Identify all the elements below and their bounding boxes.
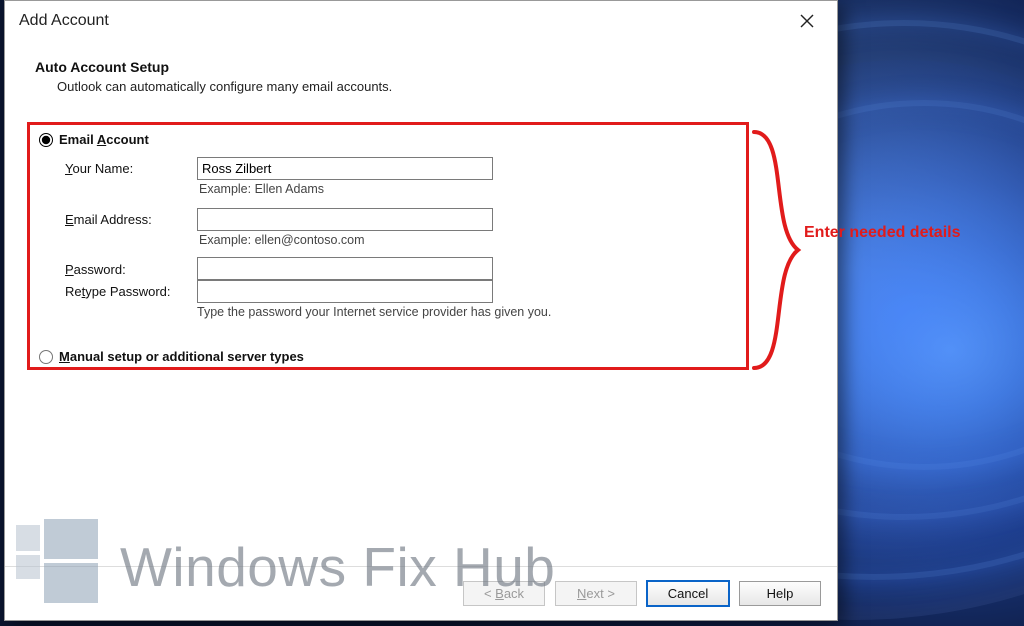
your-name-label: Your Name: [65, 158, 193, 179]
title-bar: Add Account [5, 1, 837, 41]
radio-manual-setup[interactable] [39, 350, 53, 364]
retype-password-input[interactable] [197, 280, 493, 303]
radio-manual-setup-row[interactable]: Manual setup or additional server types [39, 349, 823, 364]
password-hint: Type the password your Internet service … [65, 303, 493, 331]
header-block: Auto Account Setup Outlook can automatic… [5, 41, 837, 104]
close-button[interactable] [787, 6, 827, 36]
form-grid: Your Name: Example: Ellen Adams Email Ad… [65, 157, 823, 331]
radio-manual-setup-label: Manual setup or additional server types [59, 349, 304, 364]
watermark-logo [16, 519, 112, 609]
retype-password-label: Retype Password: [65, 281, 193, 302]
window-title: Add Account [19, 12, 109, 30]
email-address-label: Email Address: [65, 209, 193, 230]
add-account-dialog: Add Account Auto Account Setup Outlook c… [4, 0, 838, 621]
annotation-text: Enter needed details [804, 224, 961, 242]
email-address-hint: Example: ellen@contoso.com [197, 231, 493, 259]
your-name-hint: Example: Ellen Adams [197, 180, 493, 208]
close-icon [800, 14, 814, 28]
radio-email-account-label: Email Account [59, 132, 149, 147]
your-name-input[interactable] [197, 157, 493, 180]
radio-email-account-row[interactable]: Email Account [39, 132, 823, 147]
radio-email-account[interactable] [39, 133, 53, 147]
watermark-text: Windows Fix Hub [120, 535, 555, 599]
cancel-button[interactable]: Cancel [647, 581, 729, 606]
password-input[interactable] [197, 257, 493, 280]
annotation-brace [748, 128, 804, 372]
header-title: Auto Account Setup [35, 59, 837, 75]
email-address-input[interactable] [197, 208, 493, 231]
help-button[interactable]: Help [739, 581, 821, 606]
header-subtitle: Outlook can automatically configure many… [57, 79, 837, 94]
password-label: Password: [65, 259, 193, 280]
next-button: Next > [555, 581, 637, 606]
content-area: Email Account Your Name: Example: Ellen … [5, 104, 837, 364]
